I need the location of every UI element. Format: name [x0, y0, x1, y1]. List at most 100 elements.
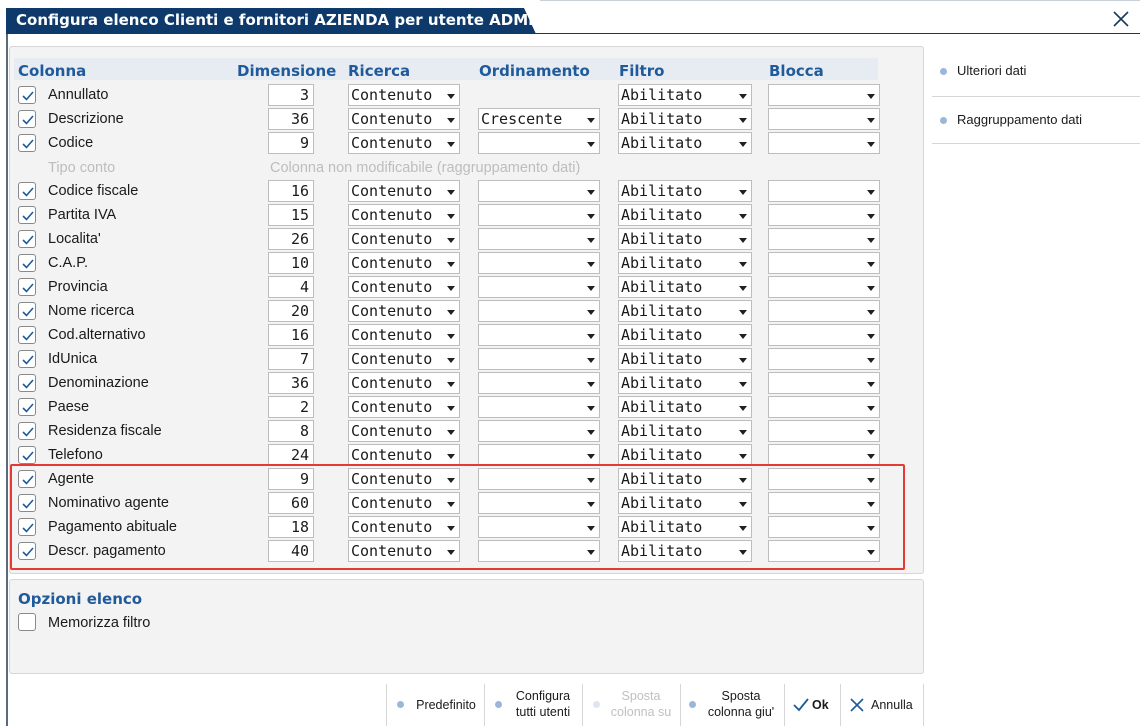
filtro-select[interactable]: Abilitato	[618, 276, 752, 298]
column-visible-checkbox[interactable]	[18, 398, 36, 416]
column-visible-checkbox[interactable]	[18, 374, 36, 392]
column-visible-checkbox[interactable]	[18, 326, 36, 344]
column-visible-checkbox[interactable]	[18, 110, 36, 128]
column-visible-checkbox[interactable]	[18, 206, 36, 224]
column-size-input[interactable]: 8	[268, 420, 314, 442]
sposta-colonna-su-button[interactable]: Sposta colonna su	[582, 684, 680, 726]
filtro-select[interactable]: Abilitato	[618, 84, 752, 106]
ricerca-select[interactable]: Contenuto	[348, 108, 460, 130]
blocca-select[interactable]	[768, 276, 880, 298]
info-row-tipo-conto: Tipo conto Colonna non modificabile (rag…	[14, 157, 880, 179]
blocca-select[interactable]	[768, 132, 880, 154]
ricerca-select[interactable]: Contenuto	[348, 204, 460, 226]
blocca-select[interactable]	[768, 84, 880, 106]
ordinamento-select[interactable]	[478, 180, 600, 202]
column-visible-checkbox[interactable]	[18, 254, 36, 272]
column-size-input[interactable]: 3	[268, 84, 314, 106]
ordinamento-select[interactable]	[478, 300, 600, 322]
blocca-select[interactable]	[768, 396, 880, 418]
annulla-button[interactable]: Annulla	[840, 684, 924, 726]
column-size-input[interactable]: 4	[268, 276, 314, 298]
column-size-input[interactable]: 20	[268, 300, 314, 322]
ordinamento-select[interactable]: Crescente	[478, 108, 600, 130]
filtro-select[interactable]: Abilitato	[618, 252, 752, 274]
filtro-select[interactable]: Abilitato	[618, 132, 752, 154]
column-size-input[interactable]: 10	[268, 252, 314, 274]
ok-button[interactable]: Ok	[784, 684, 840, 726]
column-visible-checkbox[interactable]	[18, 230, 36, 248]
blocca-select[interactable]	[768, 180, 880, 202]
blocca-select[interactable]	[768, 108, 880, 130]
column-size-input[interactable]: 9	[268, 132, 314, 154]
ricerca-select[interactable]: Contenuto	[348, 252, 460, 274]
filtro-select[interactable]: Abilitato	[618, 420, 752, 442]
ordinamento-select[interactable]	[478, 132, 600, 154]
ricerca-select[interactable]: Contenuto	[348, 372, 460, 394]
ricerca-select[interactable]: Contenuto	[348, 324, 460, 346]
filtro-select[interactable]: Abilitato	[618, 396, 752, 418]
memorizza-filtro-checkbox[interactable]	[18, 613, 36, 631]
ricerca-select[interactable]: Contenuto	[348, 180, 460, 202]
sposta-colonna-giu-button[interactable]: Sposta colonna giu'	[680, 684, 784, 726]
filtro-select[interactable]: Abilitato	[618, 180, 752, 202]
blocca-select[interactable]	[768, 252, 880, 274]
ricerca-select[interactable]: Contenuto	[348, 228, 460, 250]
blocca-select[interactable]	[768, 372, 880, 394]
ricerca-select[interactable]: Contenuto	[348, 132, 460, 154]
configura-tutti-utenti-button[interactable]: Configura tutti utenti	[484, 684, 582, 726]
column-visible-checkbox[interactable]	[18, 302, 36, 320]
predefinito-button[interactable]: Predefinito	[386, 684, 484, 726]
ricerca-select[interactable]: Contenuto	[348, 300, 460, 322]
blocca-select[interactable]	[768, 228, 880, 250]
ordinamento-select[interactable]	[478, 348, 600, 370]
ordinamento-select[interactable]	[478, 420, 600, 442]
column-visible-checkbox[interactable]	[18, 134, 36, 152]
column-size-input[interactable]: 26	[268, 228, 314, 250]
side-item-ulteriori-dati[interactable]: Ulteriori dati	[940, 63, 1026, 78]
filtro-select[interactable]: Abilitato	[618, 324, 752, 346]
filtro-select[interactable]: Abilitato	[618, 108, 752, 130]
filtro-select[interactable]: Abilitato	[618, 300, 752, 322]
column-size-input[interactable]: 15	[268, 204, 314, 226]
blocca-select[interactable]	[768, 204, 880, 226]
ricerca-select[interactable]: Contenuto	[348, 396, 460, 418]
column-size-input[interactable]: 16	[268, 324, 314, 346]
ordinamento-select[interactable]	[478, 324, 600, 346]
ordinamento-select[interactable]	[478, 444, 600, 466]
column-visible-checkbox[interactable]	[18, 278, 36, 296]
column-visible-checkbox[interactable]	[18, 86, 36, 104]
column-size-input[interactable]: 2	[268, 396, 314, 418]
ordinamento-select[interactable]	[478, 276, 600, 298]
ordinamento-select[interactable]	[478, 372, 600, 394]
blocca-select[interactable]	[768, 348, 880, 370]
filtro-select[interactable]: Abilitato	[618, 444, 752, 466]
blocca-select[interactable]	[768, 444, 880, 466]
column-size-input[interactable]: 16	[268, 180, 314, 202]
filtro-select[interactable]: Abilitato	[618, 228, 752, 250]
column-size-input[interactable]: 36	[268, 372, 314, 394]
ricerca-select[interactable]: Contenuto	[348, 84, 460, 106]
ricerca-select[interactable]: Contenuto	[348, 444, 460, 466]
ricerca-select[interactable]: Contenuto	[348, 420, 460, 442]
filtro-select[interactable]: Abilitato	[618, 372, 752, 394]
ordinamento-select[interactable]	[478, 228, 600, 250]
close-icon[interactable]	[1110, 8, 1132, 30]
column-visible-checkbox[interactable]	[18, 422, 36, 440]
ordinamento-select[interactable]	[478, 204, 600, 226]
ordinamento-select[interactable]	[478, 252, 600, 274]
column-visible-checkbox[interactable]	[18, 446, 36, 464]
column-size-input[interactable]: 24	[268, 444, 314, 466]
ordinamento-select[interactable]	[478, 396, 600, 418]
ricerca-select[interactable]: Contenuto	[348, 276, 460, 298]
column-size-input[interactable]: 7	[268, 348, 314, 370]
blocca-select[interactable]	[768, 324, 880, 346]
filtro-select[interactable]: Abilitato	[618, 204, 752, 226]
column-visible-checkbox[interactable]	[18, 350, 36, 368]
column-size-input[interactable]: 36	[268, 108, 314, 130]
side-item-raggruppamento-dati[interactable]: Raggruppamento dati	[940, 112, 1082, 127]
ricerca-select[interactable]: Contenuto	[348, 348, 460, 370]
column-visible-checkbox[interactable]	[18, 182, 36, 200]
blocca-select[interactable]	[768, 300, 880, 322]
blocca-select[interactable]	[768, 420, 880, 442]
filtro-select[interactable]: Abilitato	[618, 348, 752, 370]
